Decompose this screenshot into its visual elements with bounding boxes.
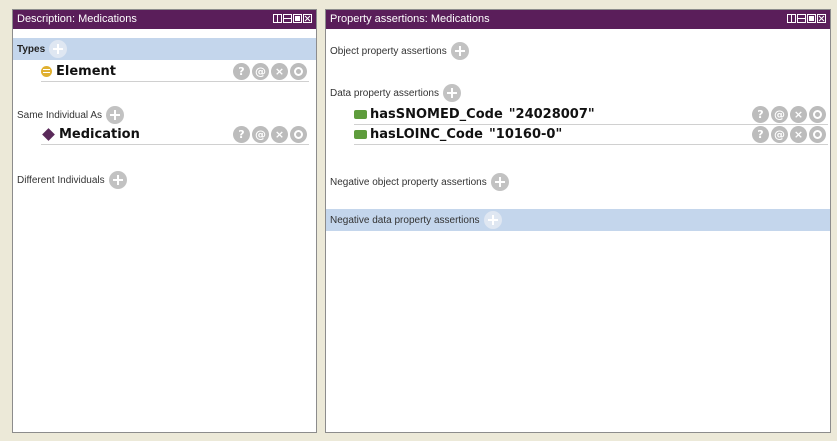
property-assertions-title: Property assertions: Medications <box>330 13 490 25</box>
split-horizontal-icon[interactable] <box>283 14 292 23</box>
add-negative-data-property-icon[interactable] <box>483 211 502 229</box>
data-property-icon <box>354 110 367 119</box>
add-object-property-icon[interactable] <box>450 42 469 60</box>
help-icon[interactable]: ? <box>752 126 769 143</box>
data-property-icon <box>354 130 367 139</box>
data-property-row[interactable]: hasSNOMED_Code "24028007" ? @ × <box>354 105 828 125</box>
data-property-name: hasSNOMED_Code <box>370 107 503 122</box>
edit-icon[interactable] <box>809 126 826 143</box>
help-icon[interactable]: ? <box>233 126 250 143</box>
annotate-icon[interactable]: @ <box>771 126 788 143</box>
same-individual-label: Medication <box>59 127 140 142</box>
edit-icon[interactable] <box>290 63 307 80</box>
class-icon <box>41 66 52 77</box>
edit-icon[interactable] <box>290 126 307 143</box>
type-row-element[interactable]: Element ? @ × <box>41 62 309 82</box>
data-property-value: "24028007" <box>508 107 595 122</box>
add-type-icon[interactable] <box>49 40 68 58</box>
edit-icon[interactable] <box>809 106 826 123</box>
object-property-assertions-header: Object property assertions <box>326 40 830 62</box>
window-buttons <box>273 14 312 23</box>
split-vertical-icon[interactable] <box>273 14 282 23</box>
maximize-icon[interactable] <box>293 14 302 23</box>
data-property-assertion: hasSNOMED_Code "24028007" <box>370 107 595 122</box>
add-negative-object-property-icon[interactable] <box>490 173 509 191</box>
annotate-icon[interactable]: @ <box>252 126 269 143</box>
data-property-value: "10160-0" <box>489 127 563 142</box>
help-icon[interactable]: ? <box>233 63 250 80</box>
delete-icon[interactable]: × <box>790 106 807 123</box>
negative-object-property-assertions-label: Negative object property assertions <box>330 176 487 188</box>
add-same-individual-icon[interactable] <box>106 106 125 124</box>
window-buttons <box>787 14 826 23</box>
delete-icon[interactable]: × <box>271 63 288 80</box>
data-property-assertions-label: Data property assertions <box>330 87 439 99</box>
different-individuals-section-label: Different Individuals <box>17 174 105 186</box>
description-panel-title: Description: Medications <box>17 13 137 25</box>
maximize-icon[interactable] <box>807 14 816 23</box>
property-assertions-titlebar: Property assertions: Medications <box>326 10 830 29</box>
property-assertions-panel: Property assertions: Medications Object … <box>325 9 831 433</box>
types-section-label: Types <box>17 43 46 55</box>
different-individuals-section-header: Different Individuals <box>13 169 316 191</box>
same-individual-section-header: Same Individual As <box>13 104 316 126</box>
object-property-assertions-label: Object property assertions <box>330 45 447 57</box>
data-property-assertions-header: Data property assertions <box>326 82 830 104</box>
help-icon[interactable]: ? <box>752 106 769 123</box>
split-vertical-icon[interactable] <box>787 14 796 23</box>
close-icon[interactable] <box>303 14 312 23</box>
same-individual-row-medication[interactable]: Medication ? @ × <box>41 125 309 145</box>
data-property-row[interactable]: hasLOINC_Code "10160-0" ? @ × <box>354 125 828 145</box>
data-property-name: hasLOINC_Code <box>370 127 483 142</box>
same-individual-section-label: Same Individual As <box>17 109 103 121</box>
data-property-assertion: hasLOINC_Code "10160-0" <box>370 127 562 142</box>
delete-icon[interactable]: × <box>790 126 807 143</box>
delete-icon[interactable]: × <box>271 126 288 143</box>
negative-object-property-assertions-header: Negative object property assertions <box>326 171 830 193</box>
close-icon[interactable] <box>817 14 826 23</box>
row-actions: ? @ × <box>752 106 826 123</box>
type-label: Element <box>56 64 116 79</box>
row-actions: ? @ × <box>752 126 826 143</box>
negative-data-property-assertions-header: Negative data property assertions <box>326 209 830 231</box>
annotate-icon[interactable]: @ <box>771 106 788 123</box>
individual-icon <box>42 128 55 141</box>
add-different-individual-icon[interactable] <box>108 171 127 189</box>
negative-data-property-assertions-label: Negative data property assertions <box>330 214 480 226</box>
row-actions: ? @ × <box>233 63 307 80</box>
add-data-property-icon[interactable] <box>442 84 461 102</box>
row-actions: ? @ × <box>233 126 307 143</box>
description-panel: Description: Medications Types Element ?… <box>12 9 317 433</box>
description-panel-titlebar: Description: Medications <box>13 10 316 29</box>
annotate-icon[interactable]: @ <box>252 63 269 80</box>
split-horizontal-icon[interactable] <box>797 14 806 23</box>
types-section-header: Types <box>13 38 316 60</box>
